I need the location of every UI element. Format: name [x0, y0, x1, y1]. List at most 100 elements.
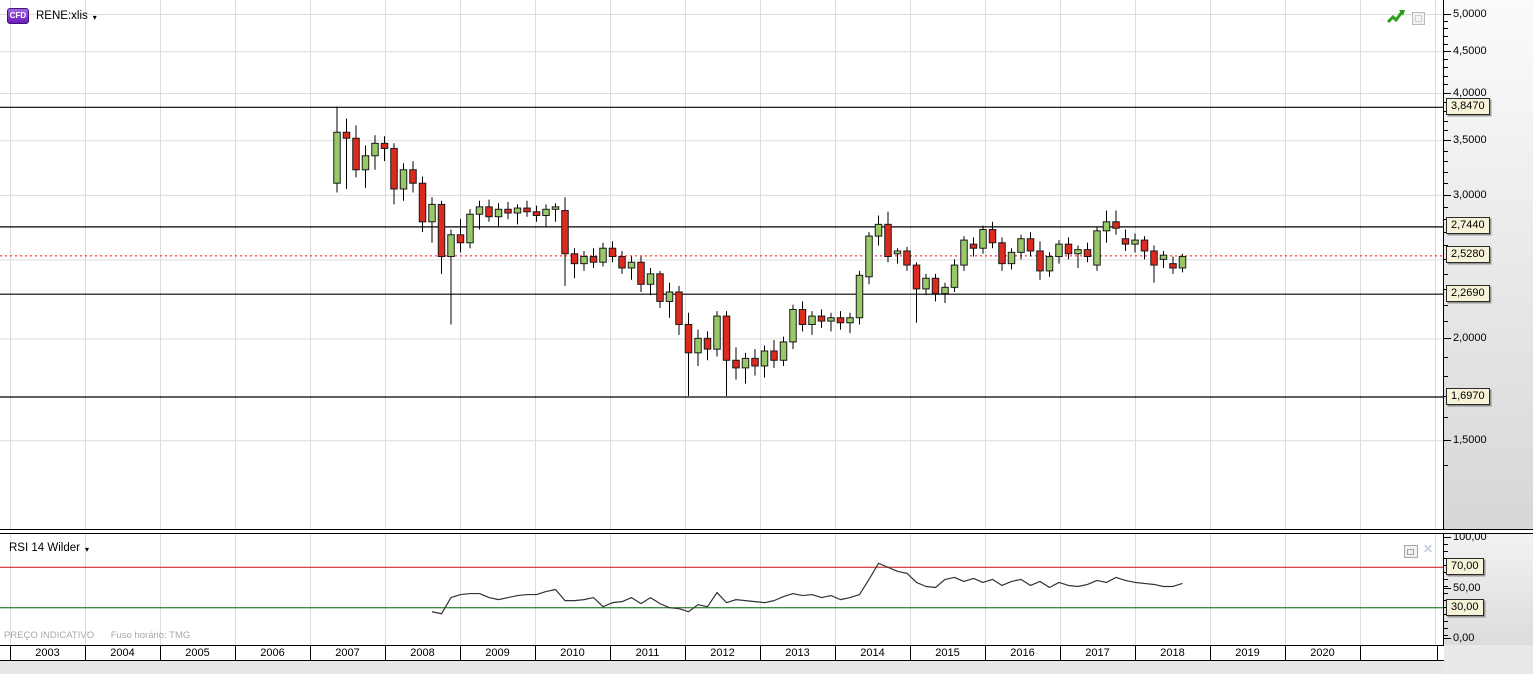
candle-body[interactable] — [437, 203, 446, 258]
candle-body[interactable] — [532, 211, 541, 216]
candle-body[interactable] — [884, 223, 892, 258]
candle-body[interactable] — [1083, 249, 1092, 258]
candle-body[interactable] — [675, 291, 683, 325]
candle-body[interactable] — [580, 256, 588, 265]
candle-body[interactable] — [627, 261, 636, 269]
candle-body[interactable] — [874, 223, 883, 237]
price-level-value-box[interactable]: 3,8470 — [1446, 98, 1490, 115]
candle-body[interactable] — [751, 357, 759, 367]
rsi-indicator-selector[interactable]: RSI 14 Wilder ▾ — [9, 542, 89, 554]
price-chart-plot[interactable] — [0, 0, 1443, 529]
price-level-value-box[interactable]: 1,6970 — [1446, 388, 1490, 405]
candle-body[interactable] — [836, 317, 845, 324]
instrument-selector[interactable]: CFD RENE:xlis ▾ — [7, 8, 97, 24]
candle-body[interactable] — [1121, 238, 1130, 245]
candle-body[interactable] — [1159, 254, 1168, 260]
candle-body[interactable] — [333, 131, 341, 184]
candle-body[interactable] — [732, 359, 740, 369]
candle-body[interactable] — [1064, 243, 1073, 255]
candle-body[interactable] — [1055, 243, 1063, 258]
candle-body[interactable] — [523, 207, 531, 213]
candle-body[interactable] — [428, 203, 436, 223]
candle-body[interactable] — [409, 169, 417, 184]
price-level-value-box[interactable]: 2,7440 — [1446, 217, 1490, 234]
price-level-value-box[interactable]: 2,2690 — [1446, 285, 1490, 302]
candle-body[interactable] — [542, 208, 550, 216]
candle-body[interactable] — [456, 234, 465, 244]
candle-body[interactable] — [1045, 256, 1054, 272]
candle-body[interactable] — [817, 315, 826, 322]
candle-body[interactable] — [1074, 249, 1082, 255]
candle-body[interactable] — [912, 264, 921, 290]
candle-body[interactable] — [342, 131, 351, 139]
candle-body[interactable] — [1169, 263, 1177, 269]
price-axis[interactable]: 5,0000 4,5000 4,0000 3,5000 3,0000 2,0000 1,50… — [1444, 0, 1533, 529]
candle-body[interactable] — [551, 206, 560, 210]
candle-body[interactable] — [960, 239, 968, 266]
candle-body[interactable] — [599, 247, 607, 263]
candle-body[interactable] — [741, 357, 750, 369]
candle-body[interactable] — [779, 341, 788, 361]
candle-body[interactable] — [770, 350, 778, 361]
candle-body[interactable] — [922, 277, 930, 290]
panel-separator[interactable] — [0, 529, 1533, 534]
price-level-value-box[interactable]: 2,5280 — [1446, 246, 1490, 263]
candle-body[interactable] — [665, 291, 674, 302]
candle-body[interactable] — [950, 264, 959, 288]
rsi-restore-icon[interactable] — [1404, 545, 1418, 558]
candle-body[interactable] — [646, 273, 655, 285]
candle-body[interactable] — [1112, 221, 1120, 229]
rsi-level-value-box[interactable]: 30,00 — [1446, 599, 1484, 616]
candle-body[interactable] — [608, 247, 617, 258]
candle-body[interactable] — [380, 142, 389, 149]
candle-body[interactable] — [979, 229, 987, 249]
candle-body[interactable] — [1131, 239, 1139, 245]
rsi-level-value-box[interactable]: 70,00 — [1446, 558, 1484, 575]
candle-body[interactable] — [713, 315, 721, 350]
candle-body[interactable] — [447, 234, 455, 258]
candle-body[interactable] — [827, 317, 835, 322]
candle-body[interactable] — [789, 308, 797, 343]
candle-body[interactable] — [988, 229, 997, 244]
candle-body[interactable] — [418, 182, 427, 223]
candle-body[interactable] — [1026, 238, 1035, 252]
candle-body[interactable] — [808, 315, 816, 325]
candle-body[interactable] — [931, 277, 940, 295]
candle-body[interactable] — [371, 142, 379, 157]
candle-body[interactable] — [703, 337, 712, 350]
candle-body[interactable] — [1007, 251, 1016, 265]
candle-body[interactable] — [846, 317, 854, 324]
candle-body[interactable] — [893, 250, 902, 255]
candle-body[interactable] — [1140, 239, 1149, 252]
collapse-panel-icon[interactable] — [1412, 12, 1425, 25]
candle-body[interactable] — [504, 208, 512, 214]
candle-body[interactable] — [1093, 230, 1101, 266]
candle-body[interactable] — [589, 256, 598, 263]
candle-body[interactable] — [855, 274, 864, 319]
rsi-close-icon[interactable]: ✕ — [1423, 542, 1433, 556]
candle-body[interactable] — [570, 253, 579, 265]
candle-body[interactable] — [865, 235, 873, 278]
candle-body[interactable] — [941, 286, 949, 295]
candle-body[interactable] — [969, 243, 978, 249]
candle-body[interactable] — [513, 207, 522, 214]
trend-arrow-icon[interactable] — [1386, 8, 1406, 26]
candle-body[interactable] — [656, 273, 664, 302]
candle-body[interactable] — [694, 337, 702, 354]
candle-body[interactable] — [399, 169, 408, 190]
candle-body[interactable] — [494, 208, 503, 218]
candle-body[interactable] — [1036, 250, 1044, 272]
candle-body[interactable] — [903, 250, 911, 266]
time-axis[interactable]: 2003 2004 2005 2006 2007 2008 2009 2010 2011 2012… — [0, 645, 1444, 661]
candle-body[interactable] — [618, 256, 626, 269]
rsi-plot[interactable] — [0, 534, 1443, 645]
candle-body[interactable] — [1102, 221, 1111, 232]
candle-body[interactable] — [466, 213, 474, 244]
candle-body[interactable] — [361, 155, 370, 171]
candle-body[interactable] — [390, 147, 398, 190]
candle-body[interactable] — [760, 350, 769, 367]
candle-body[interactable] — [485, 206, 493, 218]
candle-body[interactable] — [1150, 250, 1158, 266]
candle-body[interactable] — [475, 206, 484, 215]
candle-body[interactable] — [352, 137, 360, 171]
